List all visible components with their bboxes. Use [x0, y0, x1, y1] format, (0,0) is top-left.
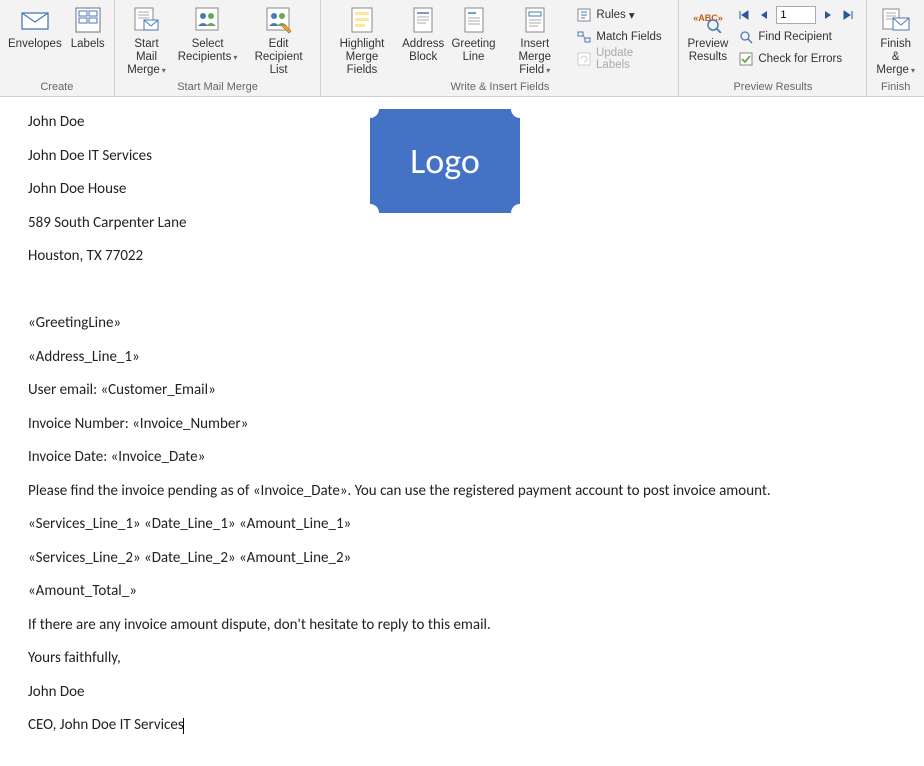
group-label-create: Create: [4, 79, 110, 96]
group-label-finish: Finish: [871, 79, 920, 96]
insert-merge-field-button[interactable]: Insert Merge Field▾: [499, 2, 570, 79]
doc-signature-name: John Doe: [28, 683, 896, 703]
highlight-icon: [346, 4, 378, 36]
find-recipient-button[interactable]: Find Recipient: [732, 26, 862, 48]
next-record-button[interactable]: [820, 7, 836, 23]
ribbon-toolbar: Envelopes Labels Create Start Mail Merge…: [0, 0, 924, 97]
ribbon-group-fields: Highlight Merge Fields Address Block Gre…: [321, 0, 679, 96]
group-label-start: Start Mail Merge: [119, 79, 317, 96]
update-labels-icon: [576, 51, 592, 67]
preview-results-icon: «ABC»: [692, 4, 724, 36]
record-number-input[interactable]: [776, 6, 816, 24]
last-record-button[interactable]: [840, 7, 856, 23]
check-errors-button[interactable]: Check for Errors: [732, 48, 862, 70]
doc-body-intro: Please find the invoice pending as of «I…: [28, 482, 896, 502]
doc-email-line: User email: «Customer_Email»: [28, 381, 896, 401]
first-record-button[interactable]: [736, 7, 752, 23]
doc-invoice-date: Invoice Date: «Invoice_Date»: [28, 448, 896, 468]
preview-results-button[interactable]: «ABC» Preview Results: [683, 2, 732, 66]
edit-recipient-list-button[interactable]: Edit Recipient List: [241, 2, 317, 79]
envelope-icon: [19, 4, 51, 36]
rules-button[interactable]: Rules ▾: [570, 4, 674, 26]
match-fields-icon: [576, 29, 592, 45]
group-label-preview: Preview Results: [683, 79, 862, 96]
doc-closing: Yours faithfully,: [28, 649, 896, 669]
greeting-line-button[interactable]: Greeting Line: [448, 2, 499, 66]
start-mail-merge-icon: [131, 4, 163, 36]
dropdown-arrow-icon: ▾: [629, 8, 635, 22]
labels-button[interactable]: Labels: [66, 2, 110, 53]
rules-icon: [576, 7, 592, 23]
find-recipient-icon: [738, 29, 754, 45]
doc-signature-title: CEO, John Doe IT Services: [28, 716, 896, 736]
logo-text: Logo: [410, 139, 480, 183]
ribbon-group-finish: Finish & Merge▾ Finish: [867, 0, 924, 96]
address-block-icon: [407, 4, 439, 36]
edit-recipient-list-icon: [263, 4, 295, 36]
check-errors-icon: [738, 51, 754, 67]
doc-service-line-2: «Services_Line_2» «Date_Line_2» «Amount_…: [28, 549, 896, 569]
ribbon-group-start-merge: Start Mail Merge▾ Select Recipients▾ Edi…: [115, 0, 322, 96]
envelopes-button[interactable]: Envelopes: [4, 2, 66, 53]
dropdown-arrow-icon: ▾: [546, 66, 550, 75]
sender-street: 589 South Carpenter Lane: [28, 214, 896, 234]
update-labels-button: Update Labels: [570, 48, 674, 70]
dropdown-arrow-icon: ▾: [233, 53, 237, 62]
dropdown-arrow-icon: ▾: [162, 66, 166, 75]
doc-invoice-number: Invoice Number: «Invoice_Number»: [28, 415, 896, 435]
sender-city: Houston, TX 77022: [28, 247, 896, 267]
labels-icon: [72, 4, 104, 36]
highlight-merge-fields-button[interactable]: Highlight Merge Fields: [325, 2, 398, 79]
select-recipients-icon: [192, 4, 224, 36]
doc-service-line-1: «Services_Line_1» «Date_Line_1» «Amount_…: [28, 515, 896, 535]
svg-text:«ABC»: «ABC»: [693, 13, 723, 23]
prev-record-button[interactable]: [756, 7, 772, 23]
dropdown-arrow-icon: ▾: [911, 66, 915, 75]
document-body[interactable]: Logo John Doe John Doe IT Services John …: [0, 97, 924, 766]
address-block-button[interactable]: Address Block: [399, 2, 448, 66]
ribbon-group-preview: «ABC» Preview Results Find Recipient: [679, 0, 867, 96]
finish-merge-icon: [880, 4, 912, 36]
finish-merge-button[interactable]: Finish & Merge▾: [871, 2, 920, 79]
start-mail-merge-button[interactable]: Start Mail Merge▾: [119, 2, 175, 79]
greeting-line-icon: [458, 4, 490, 36]
select-recipients-button[interactable]: Select Recipients▾: [174, 2, 240, 66]
match-fields-button[interactable]: Match Fields: [570, 26, 674, 48]
merge-field-address: «Address_Line_1»: [28, 348, 896, 368]
logo-shape[interactable]: Logo: [370, 109, 520, 213]
group-label-fields: Write & Insert Fields: [325, 79, 674, 96]
insert-merge-field-icon: [519, 4, 551, 36]
ribbon-group-create: Envelopes Labels Create: [0, 0, 115, 96]
doc-dispute-line: If there are any invoice amount dispute,…: [28, 616, 896, 636]
doc-amount-total: «Amount_Total_»: [28, 582, 896, 602]
merge-field-greeting: «GreetingLine»: [28, 314, 896, 334]
